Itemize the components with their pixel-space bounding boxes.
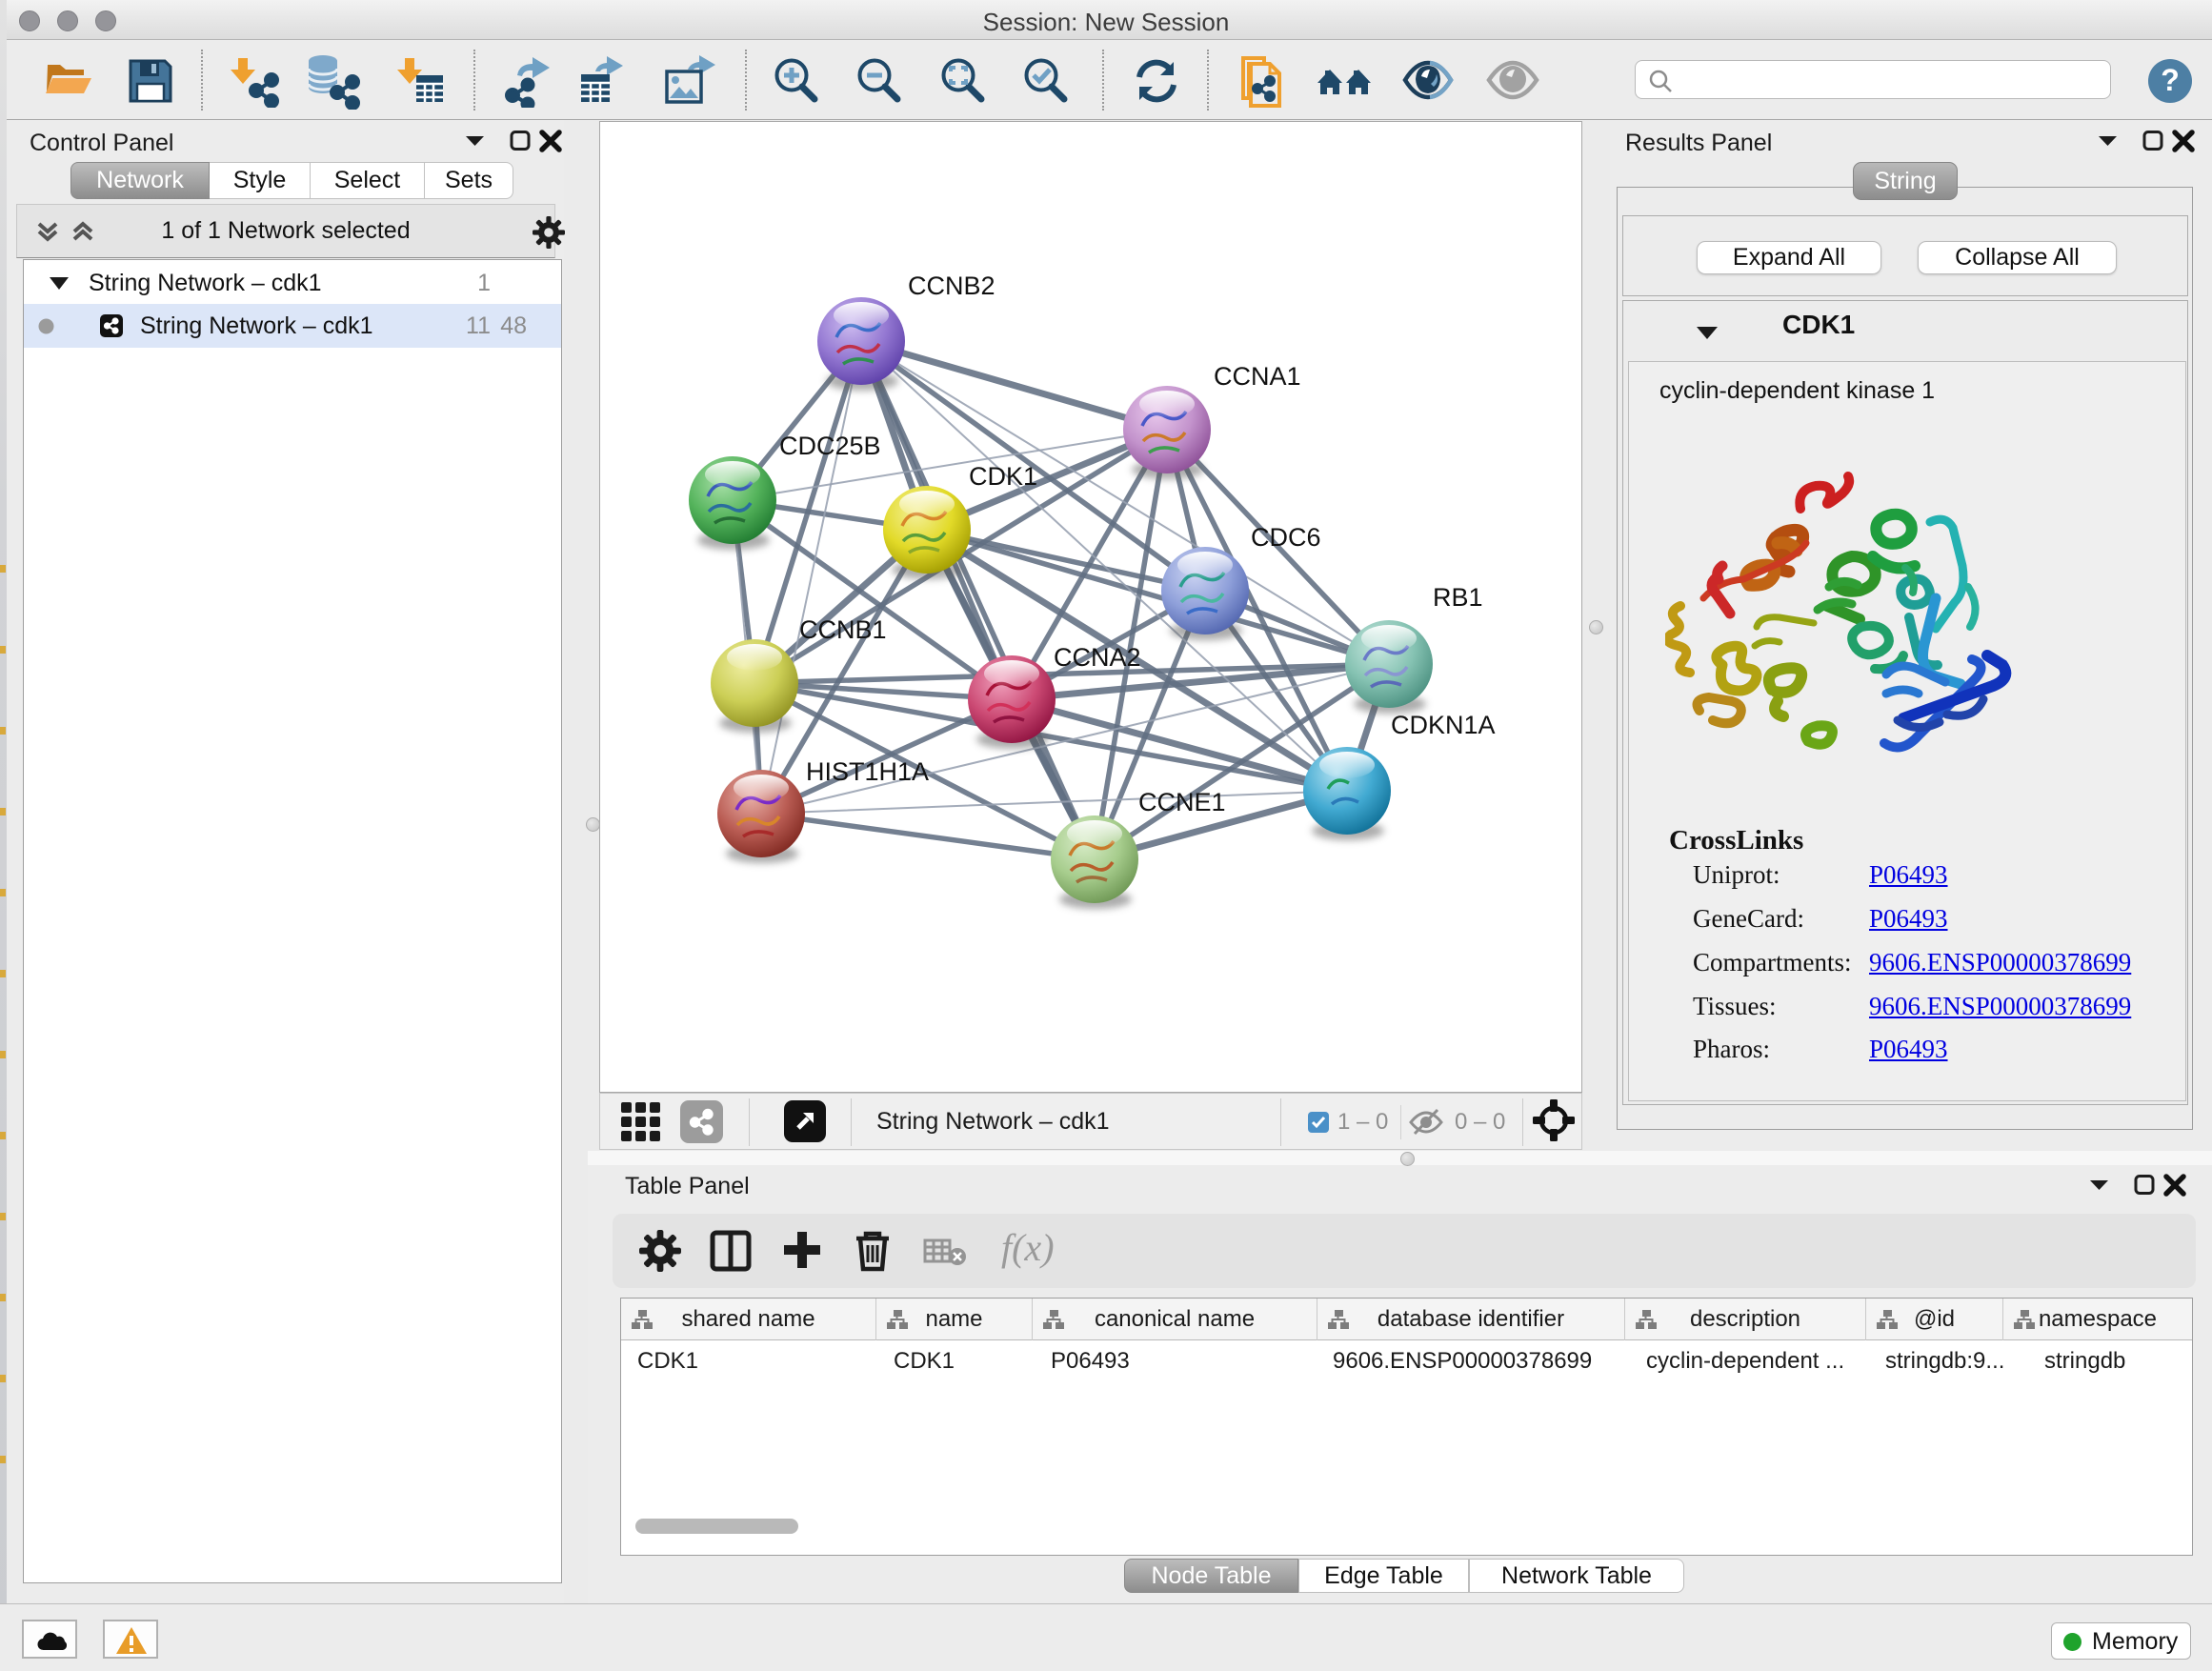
- svg-text:CCNA2: CCNA2: [1054, 643, 1141, 672]
- svg-text:RB1: RB1: [1433, 583, 1483, 612]
- svg-text:CCNB2: CCNB2: [908, 272, 995, 300]
- svg-text:CDC25B: CDC25B: [779, 432, 881, 460]
- svg-text:CDKN1A: CDKN1A: [1391, 711, 1496, 739]
- svg-text:?: ?: [2161, 63, 2180, 97]
- svg-text:HIST1H1A: HIST1H1A: [806, 757, 929, 786]
- svg-text:CDK1: CDK1: [969, 462, 1037, 491]
- svg-text:CCNE1: CCNE1: [1138, 788, 1226, 816]
- svg-text:CCNB1: CCNB1: [799, 615, 887, 644]
- svg-text:CCNA1: CCNA1: [1214, 362, 1301, 391]
- svg-text:CDC6: CDC6: [1251, 523, 1321, 552]
